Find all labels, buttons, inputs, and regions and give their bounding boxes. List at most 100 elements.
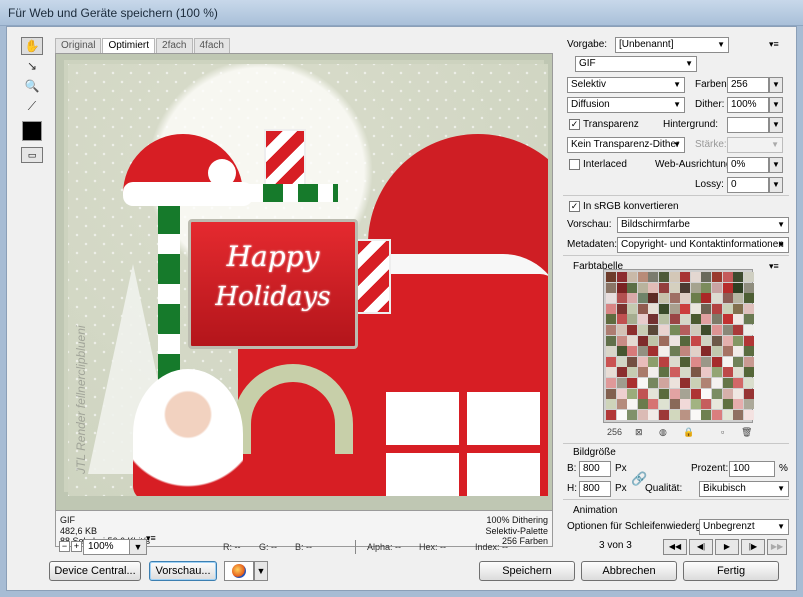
palette-swatch[interactable] [648, 335, 659, 346]
width-input[interactable]: 800 [579, 461, 611, 477]
zoom-in-button[interactable]: + [71, 541, 82, 552]
palette-swatch[interactable] [669, 303, 680, 314]
palette-swatch[interactable] [669, 293, 680, 304]
tab-original[interactable]: Original [55, 38, 102, 53]
palette-swatch[interactable] [616, 378, 627, 388]
palette-swatch[interactable] [659, 293, 669, 304]
palette-swatch[interactable] [712, 272, 722, 282]
palette-swatch[interactable] [712, 303, 722, 314]
height-input[interactable]: 800 [579, 481, 611, 497]
palette-swatch[interactable] [722, 388, 733, 399]
palette-swatch[interactable] [659, 282, 669, 293]
zoom-tool-icon[interactable]: 🔍 [21, 77, 43, 95]
palette-swatch[interactable] [616, 293, 627, 304]
palette-swatch[interactable] [648, 282, 659, 293]
palette-swatch[interactable] [669, 314, 680, 325]
palette-swatch[interactable] [627, 388, 638, 399]
palette-swatch[interactable] [659, 378, 669, 388]
palette-swatch[interactable] [659, 325, 669, 335]
palette-swatch[interactable] [712, 409, 722, 420]
palette-swatch[interactable] [606, 367, 616, 378]
preset-select[interactable]: [Unbenannt] ▼ [615, 37, 729, 53]
palette-swatch[interactable] [680, 303, 691, 314]
palette-swatch[interactable] [690, 335, 701, 346]
palette-swatch[interactable] [680, 325, 691, 335]
palette-swatch[interactable] [743, 335, 754, 346]
color-table-grid[interactable] [603, 269, 754, 423]
lock-color-icon[interactable]: 🔒 [683, 427, 694, 438]
websnap-input[interactable]: 0% [727, 157, 769, 173]
palette-swatch[interactable] [637, 293, 648, 304]
palette-swatch[interactable] [712, 399, 722, 410]
palette-swatch[interactable] [637, 303, 648, 314]
colors-input[interactable]: 256 [727, 77, 769, 93]
loop-options-select[interactable]: Unbegrenzt ▼ [699, 519, 789, 535]
browser-preview-button[interactable] [224, 561, 254, 581]
palette-swatch[interactable] [743, 293, 754, 304]
palette-swatch[interactable] [680, 314, 691, 325]
color-reduction-select[interactable]: Selektiv ▼ [567, 77, 685, 93]
palette-swatch[interactable] [669, 282, 680, 293]
palette-swatch[interactable] [659, 388, 669, 399]
next-frame-button[interactable]: |▶ [741, 539, 765, 555]
palette-swatch[interactable] [743, 303, 754, 314]
palette-swatch[interactable] [733, 272, 744, 282]
matte-dropdown-icon[interactable]: ▼ [769, 117, 783, 133]
image-preview[interactable]: Happy Holidays JTL Render fellnerclipblu… [55, 53, 553, 511]
palette-swatch[interactable] [627, 272, 638, 282]
slice-select-tool-icon[interactable]: ↘ [21, 57, 43, 75]
palette-swatch[interactable] [616, 282, 627, 293]
file-format-select[interactable]: GIF ▼ [575, 56, 697, 72]
palette-swatch[interactable] [659, 409, 669, 420]
palette-swatch[interactable] [733, 367, 744, 378]
palette-swatch[interactable] [733, 388, 744, 399]
palette-swatch[interactable] [722, 314, 733, 325]
tab-optimized[interactable]: Optimiert [102, 38, 156, 53]
palette-swatch[interactable] [712, 356, 722, 367]
palette-swatch[interactable] [680, 409, 691, 420]
palette-swatch[interactable] [701, 314, 712, 325]
preview-button[interactable]: Vorschau... [149, 561, 217, 581]
palette-swatch[interactable] [627, 356, 638, 367]
palette-swatch[interactable] [690, 388, 701, 399]
palette-swatch[interactable] [637, 335, 648, 346]
palette-swatch[interactable] [722, 409, 733, 420]
palette-swatch[interactable] [606, 335, 616, 346]
palette-swatch[interactable] [680, 356, 691, 367]
palette-swatch[interactable] [616, 325, 627, 335]
palette-swatch[interactable] [627, 409, 638, 420]
palette-swatch[interactable] [722, 325, 733, 335]
palette-swatch[interactable] [743, 346, 754, 357]
eyedropper-color-swatch[interactable] [22, 121, 42, 141]
palette-swatch[interactable] [733, 356, 744, 367]
palette-swatch[interactable] [627, 367, 638, 378]
palette-swatch[interactable] [722, 335, 733, 346]
zoom-out-button[interactable]: − [59, 541, 70, 552]
palette-swatch[interactable] [722, 399, 733, 410]
palette-swatch[interactable] [680, 272, 691, 282]
palette-swatch[interactable] [659, 399, 669, 410]
palette-swatch[interactable] [616, 314, 627, 325]
palette-swatch[interactable] [712, 388, 722, 399]
palette-swatch[interactable] [637, 367, 648, 378]
preview-mode-select[interactable]: Bildschirmfarbe ▼ [617, 217, 789, 233]
palette-swatch[interactable] [722, 293, 733, 304]
palette-swatch[interactable] [616, 335, 627, 346]
last-frame-button[interactable]: ▶▶ [767, 539, 787, 555]
palette-swatch[interactable] [712, 325, 722, 335]
srgb-checkbox[interactable]: ✓ [569, 201, 580, 212]
palette-swatch[interactable] [722, 356, 733, 367]
palette-swatch[interactable] [743, 282, 754, 293]
palette-swatch[interactable] [616, 367, 627, 378]
palette-swatch[interactable] [690, 409, 701, 420]
palette-swatch[interactable] [690, 346, 701, 357]
palette-swatch[interactable] [733, 378, 744, 388]
palette-swatch[interactable] [712, 378, 722, 388]
palette-swatch[interactable] [669, 367, 680, 378]
palette-swatch[interactable] [637, 346, 648, 357]
palette-swatch[interactable] [616, 399, 627, 410]
tab-2-up[interactable]: 2fach [156, 38, 193, 53]
hand-tool-icon[interactable]: ✋ [21, 37, 43, 55]
palette-swatch[interactable] [680, 388, 691, 399]
lossy-input[interactable]: 0 [727, 177, 769, 193]
